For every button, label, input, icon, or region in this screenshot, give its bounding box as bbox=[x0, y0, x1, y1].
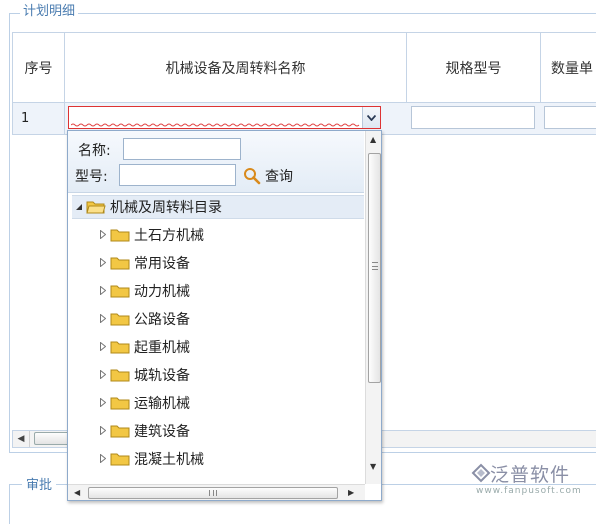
tree-node-label: 起重机械 bbox=[134, 339, 190, 356]
search-button-label: 查询 bbox=[265, 169, 293, 185]
dropdown-vertical-scrollbar[interactable]: ▲ ▼ bbox=[365, 131, 381, 484]
folder-icon bbox=[110, 425, 130, 437]
collapsed-triangle-icon[interactable] bbox=[96, 258, 110, 267]
approval-legend: 审批 bbox=[22, 474, 57, 493]
name-search-input[interactable] bbox=[123, 138, 241, 160]
collapsed-triangle-icon[interactable] bbox=[96, 426, 110, 435]
tree-node-label: 城轨设备 bbox=[134, 367, 190, 384]
scroll-down-arrow-icon[interactable]: ▼ bbox=[370, 463, 376, 471]
tree-root-label: 机械及周转料目录 bbox=[110, 200, 222, 216]
fanpusoft-watermark: 泛普软件 www.fanpusoft.com bbox=[470, 460, 590, 504]
name-label: 名称: bbox=[78, 143, 111, 159]
folder-icon bbox=[110, 257, 130, 269]
watermark-url: www.fanpusoft.com bbox=[476, 486, 582, 496]
model-label: 型号: bbox=[75, 169, 108, 185]
collapsed-triangle-icon[interactable] bbox=[96, 286, 110, 295]
equipment-dropdown-panel: 名称: 型号: 查询 机械及周转料目录 土石方机械 常用设备 动力机械 公路设备… bbox=[67, 130, 382, 501]
folder-icon bbox=[110, 285, 130, 297]
dropdown-horizontal-scrollbar[interactable]: ◀ ▶ bbox=[68, 484, 365, 500]
spec-model-input[interactable] bbox=[411, 106, 535, 129]
plan-detail-legend: 计划明细 bbox=[20, 3, 79, 21]
scroll-left-arrow-icon[interactable]: ◀ bbox=[13, 431, 30, 447]
folder-icon bbox=[110, 453, 130, 465]
collapsed-triangle-icon[interactable] bbox=[96, 370, 110, 379]
tree-root-node[interactable]: 机械及周转料目录 bbox=[72, 195, 364, 219]
tree-node[interactable]: 运输机械 bbox=[96, 389, 190, 416]
folder-icon bbox=[110, 229, 130, 241]
folder-icon bbox=[110, 369, 130, 381]
tree-node[interactable]: 建筑设备 bbox=[96, 417, 190, 444]
grid-header: 序号 机械设备及周转料名称 规格型号 数量单 bbox=[12, 32, 596, 103]
scrollbar-thumb[interactable] bbox=[88, 487, 338, 499]
folder-icon bbox=[110, 341, 130, 353]
column-header-spec-model[interactable]: 规格型号 bbox=[407, 33, 541, 103]
tree-node[interactable]: 公路设备 bbox=[96, 305, 190, 332]
tree-node-label: 土石方机械 bbox=[134, 227, 204, 244]
tree-node[interactable]: 常用设备 bbox=[96, 249, 190, 276]
validation-error-underline bbox=[71, 123, 360, 127]
watermark-name: 泛普软件 bbox=[490, 464, 571, 486]
column-header-equipment-name[interactable]: 机械设备及周转料名称 bbox=[65, 33, 407, 103]
quantity-input[interactable] bbox=[544, 106, 596, 129]
scroll-right-arrow-icon[interactable]: ▶ bbox=[348, 489, 354, 497]
folder-icon bbox=[110, 397, 130, 409]
model-search-input[interactable] bbox=[119, 164, 236, 186]
grip-icon bbox=[372, 262, 378, 270]
combo-dropdown-button[interactable] bbox=[362, 107, 380, 128]
tree-node[interactable]: 动力机械 bbox=[96, 277, 190, 304]
column-header-seq[interactable]: 序号 bbox=[13, 33, 65, 103]
tree-node-label: 公路设备 bbox=[134, 311, 190, 328]
collapsed-triangle-icon[interactable] bbox=[96, 342, 110, 351]
tree-node[interactable]: 城轨设备 bbox=[96, 361, 190, 388]
tree-node-label: 混凝土机械 bbox=[134, 451, 204, 468]
column-header-quantity[interactable]: 数量单 bbox=[541, 33, 596, 103]
search-button[interactable]: 查询 bbox=[243, 165, 293, 187]
chevron-down-icon bbox=[367, 114, 376, 121]
grip-icon bbox=[209, 490, 217, 496]
scroll-up-arrow-icon[interactable]: ▲ bbox=[370, 136, 376, 144]
dropdown-search-box: 名称: 型号: 查询 bbox=[68, 131, 364, 193]
equipment-name-combo[interactable] bbox=[68, 106, 381, 129]
folder-icon bbox=[110, 313, 130, 325]
collapsed-triangle-icon[interactable] bbox=[96, 314, 110, 323]
scroll-left-arrow-icon[interactable]: ◀ bbox=[74, 489, 80, 497]
collapsed-triangle-icon[interactable] bbox=[96, 230, 110, 239]
tree-node-label: 建筑设备 bbox=[134, 423, 190, 440]
scrollbar-thumb[interactable] bbox=[368, 153, 381, 383]
open-folder-icon bbox=[86, 201, 106, 214]
tree-node-label: 动力机械 bbox=[134, 283, 190, 300]
collapsed-triangle-icon[interactable] bbox=[96, 454, 110, 463]
expanded-triangle-icon[interactable] bbox=[72, 203, 86, 211]
collapsed-triangle-icon[interactable] bbox=[96, 398, 110, 407]
tree-node[interactable]: 起重机械 bbox=[96, 333, 190, 360]
tree-node[interactable]: 混凝土机械 bbox=[96, 445, 204, 472]
row-number: 1 bbox=[13, 103, 65, 134]
tree-node[interactable]: 土石方机械 bbox=[96, 221, 204, 248]
search-icon bbox=[244, 168, 261, 185]
tree-node-label: 常用设备 bbox=[134, 255, 190, 272]
fanpu-logo-icon bbox=[471, 463, 491, 483]
tree-node-label: 运输机械 bbox=[134, 395, 190, 412]
